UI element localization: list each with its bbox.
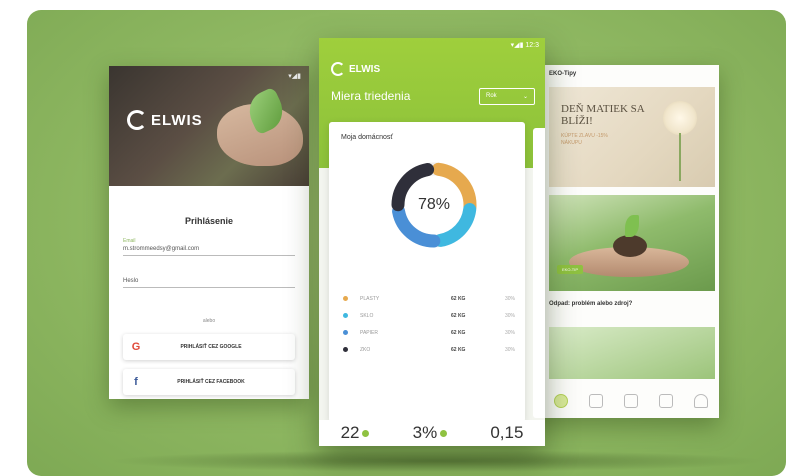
category-percent: 30% [504,295,515,302]
card-title: Moja domácnosť [341,134,394,141]
category-row: PAPIER 62 KG 30% [343,324,515,341]
google-login-button[interactable]: G PRIHLÁSIŤ CEZ GOOGLE [123,334,295,360]
next-card-peek[interactable] [533,128,545,418]
category-name: PLASTY [360,295,380,302]
sorting-rate-screen: ▾◢▮ 12:3 ELWIS Miera triedenia Rok ⌄ Moj… [319,38,545,446]
bottom-nav [543,387,719,415]
page-title: Miera triedenia [331,89,411,103]
category-list: PLASTY 62 KG 30% SKLO 62 KG 30% PAPIER 62 KG 30%… [343,290,515,358]
category-weight: 62 KG [451,295,466,302]
background-stage: ▾◢▮ ELWIS Prihlásenie Email m.strommeeds… [27,10,786,476]
category-name: SKLO [360,312,374,319]
status-bar: ▾◢▮ 12:3 [510,42,539,49]
stat-item: 0,15 [490,423,523,443]
brand-name: ELWIS [151,111,203,129]
category-weight: 62 KG [451,329,466,336]
stats-bar: 22 3% 0,15 [319,420,545,446]
phone-icon[interactable] [623,394,638,408]
login-title: Prihlásenie [184,216,234,226]
page-title: EKO-Tipy [549,71,577,77]
promo-banner[interactable]: DEŇ MATIEK SA BLÍŽI! KÚPTE ZLAVU -15% NÁ… [549,87,715,187]
elwis-logo-icon [127,110,147,130]
facebook-login-button[interactable]: f PRIHLÁSIŤ CEZ FACEBOOK [123,369,295,395]
banner-subtitle: KÚPTE ZLAVU -15% NÁKUPU [561,133,608,146]
google-icon: G [131,341,141,353]
article-tag: EKO-TIP [557,265,584,274]
home-icon[interactable] [553,394,568,408]
facebook-login-label: PRIHLÁSIŤ CEZ FACEBOOK [177,379,245,385]
category-row: SKLO 62 KG 30% [343,307,515,324]
or-divider: alebo [202,318,216,324]
sorting-percent: 78% [417,196,451,213]
password-field[interactable]: Heslo [123,278,295,288]
stat-item: 3% [413,423,448,443]
elwis-logo: ELWIS [331,62,380,76]
article-image-2[interactable] [549,327,715,379]
article-image[interactable]: EKO-TIP [549,195,715,291]
login-hero-image: ▾◢▮ ELWIS [109,66,309,186]
login-screen: ▾◢▮ ELWIS Prihlásenie Email m.strommeeds… [109,66,309,399]
status-bar: ▾◢▮ [288,73,301,80]
banner-title: DEŇ MATIEK SA BLÍŽI! [561,103,645,127]
category-name: ZKO [360,346,371,353]
soil-image [613,235,647,257]
category-percent: 30% [504,312,515,319]
category-row: PLASTY 62 KG 30% [343,290,515,307]
stat-value: 22 [340,423,360,442]
category-color-dot [343,347,348,352]
chat-icon[interactable] [659,394,674,408]
google-login-label: PRIHLÁSIŤ CEZ GOOGLE [180,344,242,350]
household-card[interactable]: Moja domácnosť 78% PLASTY 62 KG 30% SKLO 62 … [329,122,525,422]
category-color-dot [343,296,348,301]
user-icon[interactable] [694,394,709,408]
stat-item: 22 [341,423,370,443]
stat-indicator-icon [362,429,370,437]
floor-shadow [107,450,767,472]
category-weight: 62 KG [451,312,466,319]
flower-stem [679,133,681,181]
email-label: Email [123,238,136,244]
category-row: ZKO 62 KG 30% [343,341,515,358]
stat-value: 0,15 [490,423,524,442]
email-value: m.strommeedsy@gmail.com [123,246,200,252]
stat-value: 3% [412,423,438,442]
article-caption[interactable]: Odpad: problém alebo zdroj? [549,301,632,307]
category-percent: 30% [504,329,515,336]
password-label: Heslo [123,278,139,284]
email-field[interactable]: Email m.strommeedsy@gmail.com [123,238,295,256]
chevron-down-icon: ⌄ [522,94,528,100]
brand-name: ELWIS [349,63,381,75]
period-select[interactable]: Rok ⌄ [479,88,535,105]
category-name: PAPIER [360,329,378,336]
sprout-image [625,215,639,237]
facebook-icon: f [134,376,138,388]
flower-image [663,101,697,135]
stat-indicator-icon [440,429,448,437]
category-weight: 62 KG [451,346,466,353]
bag-icon[interactable] [588,394,603,408]
category-color-dot [343,313,348,318]
eko-tips-screen: EKO-Tipy DEŇ MATIEK SA BLÍŽI! KÚPTE ZLAV… [529,65,719,418]
category-color-dot [343,330,348,335]
period-value: Rok [486,93,497,99]
category-percent: 30% [504,346,515,353]
elwis-logo: ELWIS [127,110,203,130]
elwis-logo-icon [331,62,345,76]
